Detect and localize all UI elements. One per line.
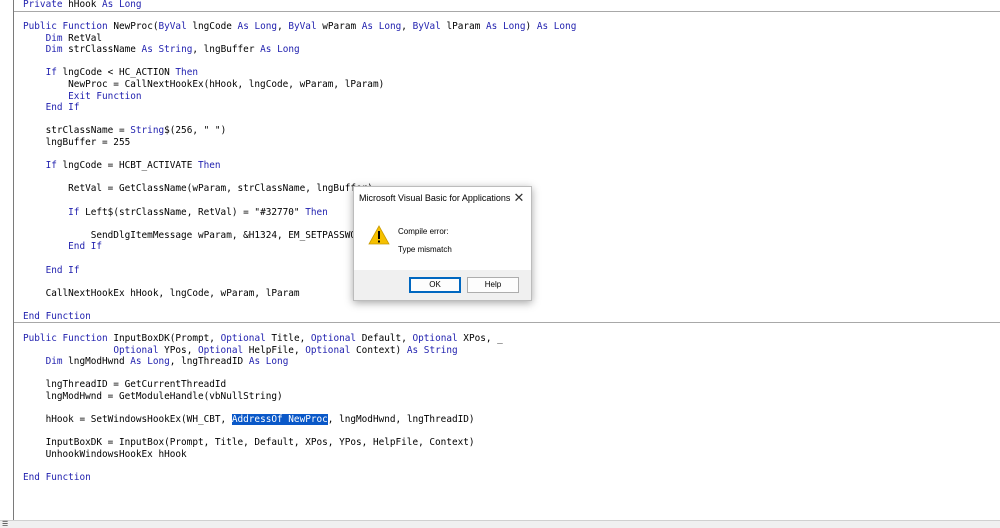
error-message: Type mismatch xyxy=(398,245,452,254)
dialog-title: Microsoft Visual Basic for Applications xyxy=(359,193,511,203)
code-line[interactable]: lngThreadID = GetCurrentThreadId xyxy=(23,379,227,391)
selected-code[interactable]: AddressOf NewProc xyxy=(231,414,328,426)
margin-indicator-bar xyxy=(13,0,14,527)
code-line[interactable]: Dim RetVal xyxy=(23,33,102,45)
error-title: Compile error: xyxy=(398,227,449,236)
code-line[interactable]: Private hHook As Long xyxy=(23,0,142,11)
code-line[interactable]: CallNextHookEx hHook, lngCode, wParam, l… xyxy=(23,288,300,300)
help-button[interactable]: Help xyxy=(467,277,519,293)
code-line[interactable]: UnhookWindowsHookEx hHook xyxy=(23,449,187,461)
code-line[interactable]: Dim strClassName As String, lngBuffer As… xyxy=(23,44,300,56)
ok-button[interactable]: OK xyxy=(409,277,461,293)
code-line[interactable]: lngModHwnd = GetModuleHandle(vbNullStrin… xyxy=(23,391,283,403)
code-line[interactable]: Public Function NewProc(ByVal lngCode As… xyxy=(23,21,576,33)
code-line[interactable]: End If xyxy=(23,265,80,277)
code-line[interactable]: lngBuffer = 255 xyxy=(23,137,131,149)
code-line[interactable]: Public Function InputBoxDK(Prompt, Optio… xyxy=(23,333,503,345)
code-line[interactable]: hHook = SetWindowsHookEx(WH_CBT, Address… xyxy=(23,414,475,426)
code-line[interactable]: Optional YPos, Optional HelpFile, Option… xyxy=(23,345,457,357)
dialog-footer: OK Help xyxy=(354,270,531,300)
code-line[interactable]: Exit Function xyxy=(23,91,141,103)
view-toggle-icon[interactable]: ☰ xyxy=(2,521,8,528)
code-line[interactable]: RetVal = GetClassName(wParam, strClassNa… xyxy=(23,183,373,195)
code-line[interactable]: InputBoxDK = InputBox(Prompt, Title, Def… xyxy=(23,437,475,449)
code-line[interactable]: End Function xyxy=(23,311,91,323)
code-line[interactable]: End If xyxy=(23,241,102,253)
procedure-separator xyxy=(14,322,1000,323)
code-line[interactable]: Dim lngModHwnd As Long, lngThreadID As L… xyxy=(23,356,289,368)
procedure-separator xyxy=(14,11,1000,12)
code-line[interactable]: End If xyxy=(23,102,80,114)
code-line[interactable]: strClassName = String$(256, " ") xyxy=(23,125,227,137)
code-line[interactable]: If Left$(strClassName, RetVal) = "#32770… xyxy=(23,207,328,219)
code-line[interactable]: End Function xyxy=(23,472,91,484)
error-dialog: Microsoft Visual Basic for Applications … xyxy=(353,186,532,301)
code-line[interactable]: If lngCode < HC_ACTION Then xyxy=(23,67,198,79)
code-line[interactable]: If lngCode = HCBT_ACTIVATE Then xyxy=(23,160,221,172)
warning-icon xyxy=(368,225,390,245)
code-line[interactable]: NewProc = CallNextHookEx(hHook, lngCode,… xyxy=(23,79,384,91)
close-button[interactable]: ✕ xyxy=(511,190,527,206)
